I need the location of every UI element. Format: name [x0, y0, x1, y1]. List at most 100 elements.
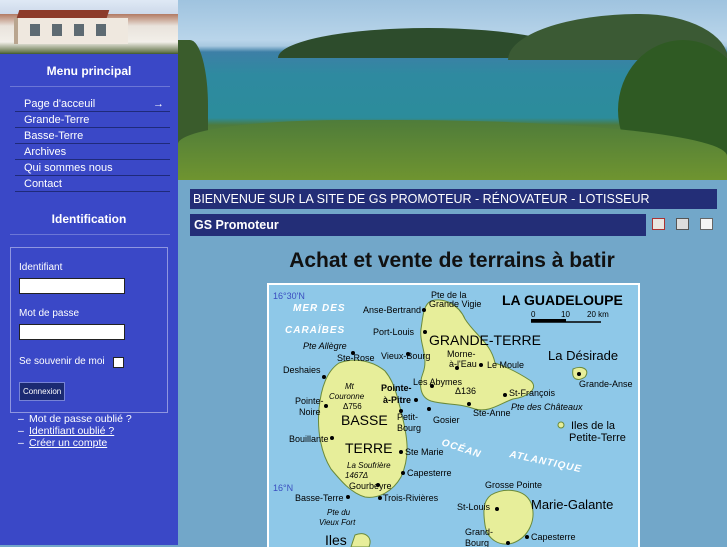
place-ste-rose: Ste-Rose	[337, 353, 375, 363]
scale-zero: 0	[531, 310, 536, 319]
menu-item-label: Archives	[24, 146, 67, 158]
place-grand-bourg-1: Grand-	[465, 527, 493, 537]
forgot-username-item: – Identifiant oublié ?	[18, 425, 132, 437]
place-le-moule: Le Moule	[487, 360, 524, 370]
place-gourbeyre: Gourbeyre	[349, 481, 392, 491]
place-pointe-a-pitre-2: à-Pitre	[383, 395, 411, 405]
sea-label-caraibes: CARAÏBES	[285, 323, 345, 336]
place-petit-bourg-2: Bourg	[397, 423, 421, 433]
logo-house-photo	[0, 0, 178, 54]
page-headline: Achat et vente de terrains à batir	[289, 249, 615, 272]
menu-item-archives[interactable]: Archives	[15, 144, 170, 160]
header-banner-photo	[178, 0, 727, 180]
login-button[interactable]: Connexion	[19, 382, 66, 401]
place-capesterre: Capesterre	[407, 468, 452, 478]
scale-ten: 10	[561, 310, 570, 319]
list-dash: –	[18, 413, 24, 425]
place-couronne: Couronne	[329, 392, 365, 401]
place-port-louis: Port-Louis	[373, 327, 415, 337]
place-vieux-bourg: Vieux-Bourg	[381, 351, 430, 361]
place-st-louis: St-Louis	[457, 502, 491, 512]
place-anse-bertrand: Anse-Bertrand	[363, 305, 421, 315]
password-label: Mot de passe	[19, 308, 80, 319]
list-dash: –	[18, 425, 24, 437]
region-iles-de-la: Iles de la	[571, 420, 616, 432]
account-links: – Mot de passe oublié ? – Identifiant oubl…	[18, 413, 132, 449]
menu-item-label: Qui sommes nous	[24, 162, 113, 174]
article-title: GS Promoteur	[190, 214, 646, 236]
create-account-link[interactable]: Créer un compte	[29, 437, 107, 449]
username-input[interactable]	[19, 278, 125, 294]
place-soufriere: La Soufrière	[347, 461, 391, 470]
place-pointe-a-pitre-1: Pointe-	[381, 383, 412, 393]
region-basse: BASSE	[341, 412, 388, 428]
menu-item-home[interactable]: Page d'acceuil →	[15, 96, 170, 112]
forgot-password-item: – Mot de passe oublié ?	[18, 413, 132, 425]
remember-checkbox[interactable]	[113, 357, 124, 368]
scale-twenty: 20 km	[587, 310, 609, 319]
place-trois-rivieres: Trois-Rivières	[383, 493, 439, 503]
username-label: Identifiant	[19, 262, 63, 273]
place-petit-bourg-1: Petit-	[397, 412, 418, 422]
print-icon[interactable]	[676, 218, 689, 230]
sidebar: Menu principal Page d'acceuil → Grande-Te…	[0, 0, 178, 545]
lat-label-north: 16°30'N	[273, 291, 305, 301]
place-morne: Morne-	[447, 349, 476, 359]
menu-item-about[interactable]: Qui sommes nous	[15, 160, 170, 176]
menu-item-label: Contact	[24, 178, 62, 190]
region-la-desirade: La Désirade	[548, 348, 618, 363]
login-form: Identifiant Mot de passe Se souvenir de …	[10, 247, 168, 413]
menu-title: Menu principal	[46, 64, 132, 78]
place-gosier: Gosier	[433, 415, 460, 425]
menu-divider	[10, 86, 170, 87]
place-a-leau: à-l'Eau	[449, 359, 477, 369]
map-title: LA GUADELOUPE	[502, 292, 623, 308]
place-bouillante: Bouillante	[289, 434, 329, 444]
place-capesterre-mg: Capesterre	[531, 532, 576, 542]
identification-title: Identification	[51, 212, 127, 226]
menu-item-contact[interactable]: Contact	[15, 176, 170, 192]
remember-label: Se souvenir de moi	[19, 356, 105, 367]
place-grande-vigie: Grande Vigie	[429, 299, 481, 309]
guadeloupe-map: 16°30'N 16°N Anse-Bertrand Pte de la Gra…	[267, 283, 640, 547]
forgot-username-link[interactable]: Identifiant oublié ?	[29, 425, 114, 437]
menu-item-basse-terre[interactable]: Basse-Terre	[15, 128, 170, 144]
create-account-item: – Créer un compte	[18, 437, 132, 449]
place-grande-anse: Grande-Anse	[579, 379, 633, 389]
article-icons	[652, 218, 724, 233]
place-grand-bourg-2: Bourg	[465, 538, 489, 547]
password-input[interactable]	[19, 324, 125, 340]
main-menu: Page d'acceuil → Grande-Terre Basse-Terre…	[15, 96, 170, 192]
pdf-icon[interactable]	[652, 218, 665, 230]
place-deshaies: Deshaies	[283, 365, 321, 375]
place-basse-terre: Basse-Terre	[295, 493, 344, 503]
place-pte-vieux-fort-1: Pte du	[327, 508, 351, 517]
place-pte-allegre: Pte Allègre	[303, 341, 347, 351]
sea-label-mer-des: MER DES	[293, 303, 346, 314]
place-grosse-pointe: Grosse Pointe	[485, 480, 542, 490]
region-terre: TERRE	[345, 440, 392, 456]
menu-item-label: Basse-Terre	[24, 130, 84, 142]
place-ste-anne: Ste-Anne	[473, 408, 511, 418]
identification-divider	[10, 234, 170, 235]
region-petite-terre: Petite-Terre	[569, 432, 626, 444]
place-soufriere-alt: 1467Δ	[345, 471, 368, 480]
place-mt: Mt	[345, 382, 355, 391]
region-grande-terre: GRANDE-TERRE	[429, 332, 541, 348]
email-icon[interactable]	[700, 218, 713, 230]
place-alt-136: Δ136	[455, 386, 476, 396]
list-dash: –	[18, 437, 24, 449]
place-pointe-noire-2: Noire	[299, 407, 321, 417]
place-mt-couronne-alt: Δ756	[343, 402, 362, 411]
forgot-password-link[interactable]: Mot de passe oublié ?	[29, 413, 132, 425]
place-pte-vieux-fort-2: Vieux Fort	[319, 518, 356, 527]
menu-item-grande-terre[interactable]: Grande-Terre	[15, 112, 170, 128]
place-pte-chateaux: Pte des Châteaux	[511, 402, 583, 412]
lat-label-south: 16°N	[273, 483, 293, 493]
place-ste-marie: Ste Marie	[405, 447, 444, 457]
welcome-title: BIENVENUE SUR LA SITE DE GS PROMOTEUR - …	[190, 189, 717, 209]
place-st-francois: St-François	[509, 388, 556, 398]
place-pointe-noire-1: Pointe-	[295, 396, 324, 406]
region-marie-galante: Marie-Galante	[531, 497, 613, 512]
menu-item-label: Grande-Terre	[24, 114, 90, 126]
